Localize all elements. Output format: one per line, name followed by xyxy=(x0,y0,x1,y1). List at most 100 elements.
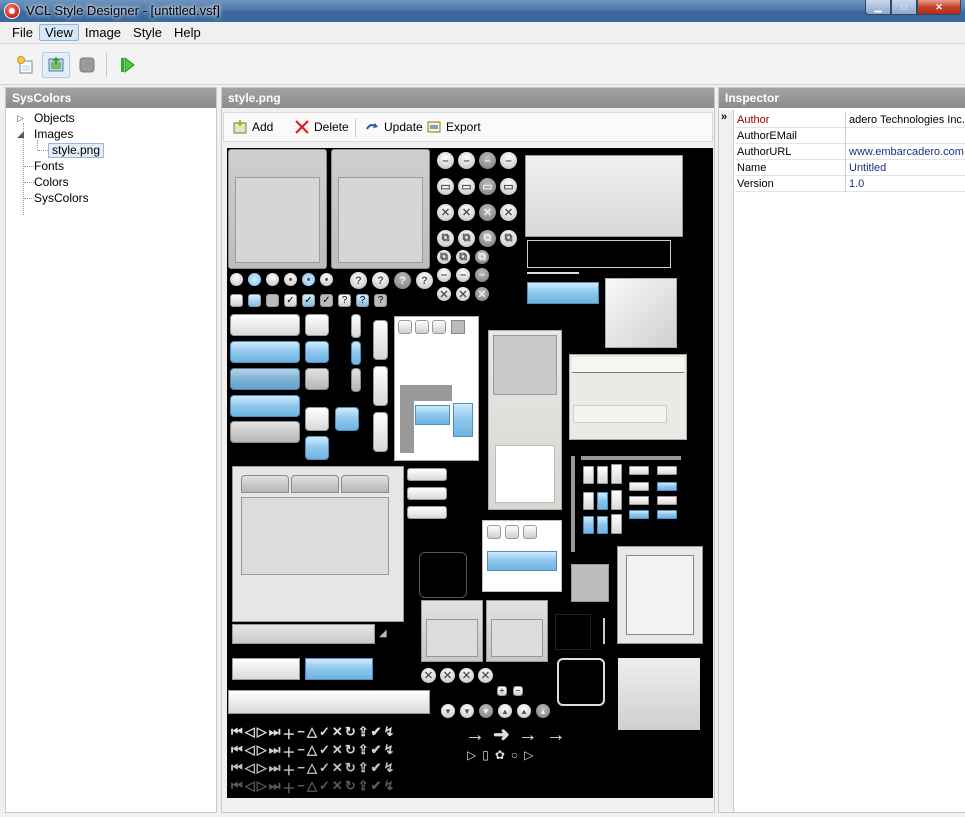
edit-focused-preview xyxy=(305,658,373,680)
current-row-indicator-icon: » xyxy=(721,111,728,123)
toolbar-separator xyxy=(355,118,356,138)
grey-square-preview xyxy=(571,564,609,602)
scroll-thumb-preview xyxy=(351,341,361,365)
progress-bar-preview xyxy=(527,282,599,304)
expand-box-icon: + xyxy=(497,686,507,696)
tree-item-label: Images xyxy=(34,127,74,141)
menu-view[interactable]: View xyxy=(38,24,79,41)
groupbox-preview xyxy=(488,330,562,510)
run-button[interactable] xyxy=(113,52,141,78)
small-caption-buttons-sprite: ⧉ ⧉ ⧉ – – – ✕ ✕ ✕ xyxy=(437,250,497,302)
expand-arrow-icon[interactable]: ▷ xyxy=(17,110,24,126)
close-button[interactable]: ✕ xyxy=(917,0,961,15)
menu-help[interactable]: Help xyxy=(168,24,207,41)
tree-item-colors[interactable]: Colors xyxy=(6,174,216,190)
new-document-icon xyxy=(17,56,33,74)
stop-icon xyxy=(79,57,95,73)
style-image-canvas[interactable]: – – – – ▭ ▭ ▭ ▭ ✕ ✕ ✕ ✕ ⧉ ⧉ ⧉ ⧉ ⧉ ⧉ ⧉ – … xyxy=(227,148,713,798)
inspector-gutter: » xyxy=(719,110,734,812)
app-icon xyxy=(4,3,20,19)
small-window-preview xyxy=(421,600,483,662)
new-style-button[interactable] xyxy=(11,52,39,78)
tab-button-preview xyxy=(407,506,447,519)
minimize-button[interactable]: ▁ xyxy=(865,0,891,15)
button-disabled-preview xyxy=(230,421,300,443)
button-normal-preview xyxy=(230,314,300,336)
menu-image[interactable]: Image xyxy=(79,24,127,41)
property-value[interactable]: Untitled xyxy=(847,160,965,176)
button-hot-preview xyxy=(230,341,300,363)
scroll-thumb-preview xyxy=(351,314,361,338)
tree-connector xyxy=(38,150,48,151)
run-icon xyxy=(121,56,135,74)
tree-item-style-png[interactable]: style.png xyxy=(6,140,216,158)
add-button[interactable]: Add xyxy=(232,119,273,135)
tree-panel-header: SysColors xyxy=(6,88,216,108)
gradient-square-preview xyxy=(605,278,677,348)
export-label: Export xyxy=(446,120,481,134)
image-panel: style.png Add Delete Update Export – – –… xyxy=(221,87,715,813)
open-style-button[interactable] xyxy=(42,52,70,78)
inspector-row-name[interactable]: Name Untitled xyxy=(735,160,965,176)
update-button[interactable]: Update xyxy=(364,119,423,135)
arrow-tabs-sprite xyxy=(583,464,683,539)
size-grip-icon: ◢ xyxy=(379,628,387,639)
property-value[interactable]: 1.0 xyxy=(847,176,965,192)
tree-item-label: Colors xyxy=(34,175,69,189)
small-button-preview xyxy=(305,368,329,390)
delete-button[interactable]: Delete xyxy=(294,119,349,135)
tab-button-preview xyxy=(407,487,447,500)
export-button[interactable]: Export xyxy=(426,119,481,135)
form-frame-preview xyxy=(228,149,327,269)
tree-item-fonts[interactable]: Fonts xyxy=(6,158,216,174)
add-image-icon xyxy=(232,119,248,135)
toolbar-separator xyxy=(106,53,107,77)
tab-button-preview xyxy=(407,468,447,481)
image-toolbar: Add Delete Update Export xyxy=(223,112,713,142)
inspector-row-version[interactable]: Version 1.0 xyxy=(735,176,965,192)
tree-item-label: SysColors xyxy=(34,191,89,205)
main-toolbar xyxy=(0,45,965,85)
black-square-preview xyxy=(555,614,591,650)
listbox-preview xyxy=(482,520,562,592)
inspector-row-author[interactable]: Author adero Technologies Inc. xyxy=(735,112,965,128)
property-value[interactable]: adero Technologies Inc. xyxy=(847,112,965,128)
property-value[interactable]: www.embarcadero.com xyxy=(847,144,965,160)
caption-buttons-sprite: – – – – ▭ ▭ ▭ ▭ ✕ ✕ ✕ ✕ ⧉ ⧉ ⧉ ⧉ xyxy=(437,152,527,248)
tree-item-label: Fonts xyxy=(34,159,65,173)
open-image-icon xyxy=(48,57,64,72)
black-rounded-preview xyxy=(419,552,467,598)
property-name: AuthorURL xyxy=(735,144,846,160)
media-glyphs-sprite: ▷▯✿○▷ xyxy=(467,748,540,762)
trackbar-preview xyxy=(581,456,681,460)
menu-file[interactable]: File xyxy=(6,24,39,41)
inspector-panel: Inspector » Author adero Technologies In… xyxy=(718,87,965,813)
stop-button[interactable] xyxy=(73,52,101,78)
tree-item-label: Objects xyxy=(34,111,75,125)
scroll-thumb-preview xyxy=(351,368,361,392)
tree-panel: SysColors ▷ Objects ◢ Images style.png F… xyxy=(5,87,217,813)
tree-item-objects[interactable]: ▷ Objects xyxy=(6,110,216,126)
button-focused-preview xyxy=(230,395,300,417)
vscroll-thumb-preview xyxy=(373,320,388,360)
add-label: Add xyxy=(252,120,274,134)
small-button-preview xyxy=(305,341,329,363)
spin-buttons-sprite: ▼ ▼ ▼ ▲ ▲ ▲ xyxy=(441,704,561,720)
navigator-glyphs-sprite: ⏮ ◁ ▷ ⏭ ＋ − △ ✓ ✕ ↻ ⇪ ✔ ↯ ⏮ ◁ ▷ ⏭ ＋ − △ ✓ ✕ ↻ ⇪ ✔ ↯ ⏮ ◁ ▷ ⏭ ＋ − △ ✓ ✕ ↻ ⇪ ✔… xyxy=(231,724,395,796)
maximize-button[interactable]: □ xyxy=(891,0,917,15)
collapse-arrow-icon[interactable]: ◢ xyxy=(17,126,24,142)
style-tree: ▷ Objects ◢ Images style.png Fonts Color… xyxy=(6,110,216,215)
inspector-row-authorurl[interactable]: AuthorURL www.embarcadero.com xyxy=(735,144,965,160)
focus-rect-preview xyxy=(557,658,605,706)
splitter-preview xyxy=(603,618,605,644)
small-button-preview xyxy=(305,436,329,460)
tree-item-syscolors[interactable]: SysColors xyxy=(6,190,216,206)
small-button-preview xyxy=(305,407,329,431)
form-border-preview xyxy=(617,546,703,644)
menu-style[interactable]: Style xyxy=(127,24,168,41)
export-icon xyxy=(426,119,442,135)
inspector-header: Inspector xyxy=(719,88,965,108)
small-button-preview xyxy=(305,314,329,336)
small-window-preview xyxy=(486,600,548,662)
inspector-row-authoremail[interactable]: AuthorEMail xyxy=(735,128,965,144)
